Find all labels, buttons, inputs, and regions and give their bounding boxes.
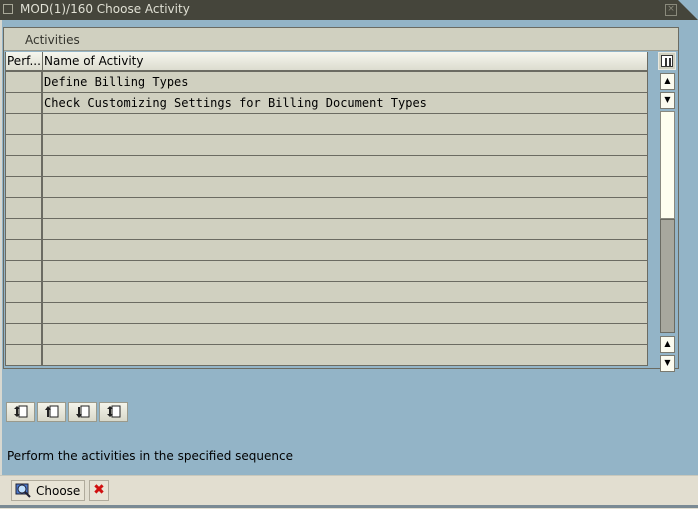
scrollbar-thumb[interactable] [660,219,675,333]
table-row[interactable] [6,240,648,261]
next-page-icon [76,405,90,418]
navigation-toolbar [6,402,128,422]
cell-activity-name[interactable] [43,177,648,197]
cell-perf[interactable] [6,240,43,260]
choose-button[interactable]: Choose [11,480,85,501]
cancel-icon: ✖ [93,482,105,498]
vertical-scrollbar[interactable]: ▲ ▼ ▲ ▼ [660,73,675,372]
cell-perf[interactable] [6,135,43,155]
table-row[interactable] [6,219,648,240]
cell-perf[interactable] [6,219,43,239]
titlebar-corner [678,0,698,20]
cell-activity-name[interactable] [43,282,648,302]
table-row[interactable] [6,303,648,324]
cell-activity-name[interactable] [43,198,648,218]
next-page-button[interactable] [68,402,97,422]
cell-perf[interactable] [6,114,43,134]
table-row[interactable] [6,114,648,135]
previous-page-icon [45,405,59,418]
column-header-perf[interactable]: Perf... [6,52,43,70]
close-icon[interactable]: × [665,4,677,16]
table-row[interactable]: Check Customizing Settings for Billing D… [6,93,648,114]
cell-activity-name[interactable] [43,240,648,260]
previous-page-button[interactable] [37,402,66,422]
window-menu-icon[interactable] [3,4,13,14]
panel-caption-label: Activities [25,33,80,47]
scroll-up-button[interactable]: ▲ [660,73,675,90]
choose-label: Choose [36,484,81,498]
hint-text: Perform the activities in the specified … [7,449,293,463]
scrollbar-track[interactable] [660,111,675,219]
table-row[interactable] [6,282,648,303]
cell-activity-name[interactable] [43,156,648,176]
scroll-page-up-button[interactable]: ▼ [660,92,675,109]
cell-perf[interactable] [6,72,43,92]
cell-activity-name[interactable] [43,219,648,239]
table-row[interactable] [6,156,648,177]
dialog-footer: Choose ✖ [0,475,698,509]
choose-magnifier-icon [15,483,31,498]
cell-perf[interactable] [6,303,43,323]
table-row[interactable] [6,324,648,345]
last-page-icon [107,405,121,418]
panel-caption: Activities [4,28,678,51]
cell-perf[interactable] [6,93,43,113]
cell-activity-name[interactable] [43,303,648,323]
cell-activity-name[interactable] [43,135,648,155]
cell-activity-name[interactable] [43,324,648,344]
table-row[interactable] [6,177,648,198]
column-header-name[interactable]: Name of Activity [43,52,648,70]
cell-perf[interactable] [6,177,43,197]
cell-activity-name[interactable]: Define Billing Types [43,72,648,92]
cell-activity-name[interactable] [43,345,648,365]
table-row[interactable] [6,198,648,219]
activities-table: Perf... Name of Activity Define Billing … [5,52,648,366]
cell-perf[interactable] [6,261,43,281]
cell-perf[interactable] [6,282,43,302]
cell-perf[interactable] [6,198,43,218]
cell-perf[interactable] [6,156,43,176]
cell-activity-name[interactable] [43,261,648,281]
title-bar: MOD(1)/160 Choose Activity × [0,0,698,20]
table-header: Perf... Name of Activity [6,52,648,72]
cell-activity-name[interactable]: Check Customizing Settings for Billing D… [43,93,648,113]
last-page-button[interactable] [99,402,128,422]
scroll-down-button[interactable]: ▼ [660,355,675,372]
window-title: MOD(1)/160 Choose Activity [20,2,190,16]
cell-perf[interactable] [6,324,43,344]
table-row[interactable] [6,261,648,282]
table-row[interactable]: Define Billing Types [6,72,648,93]
column-config-button[interactable] [658,52,676,70]
scroll-page-down-button[interactable]: ▲ [660,336,675,353]
cell-perf[interactable] [6,345,43,365]
table-row[interactable] [6,135,648,156]
table-row[interactable] [6,345,648,366]
first-page-button[interactable] [6,402,35,422]
first-page-icon [14,405,28,418]
cancel-button[interactable]: ✖ [89,480,109,501]
activities-panel: Activities Perf... Name of Activity Defi… [3,27,679,372]
cell-activity-name[interactable] [43,114,648,134]
window-left-edge [0,20,2,508]
table-settings-icon [661,55,673,67]
